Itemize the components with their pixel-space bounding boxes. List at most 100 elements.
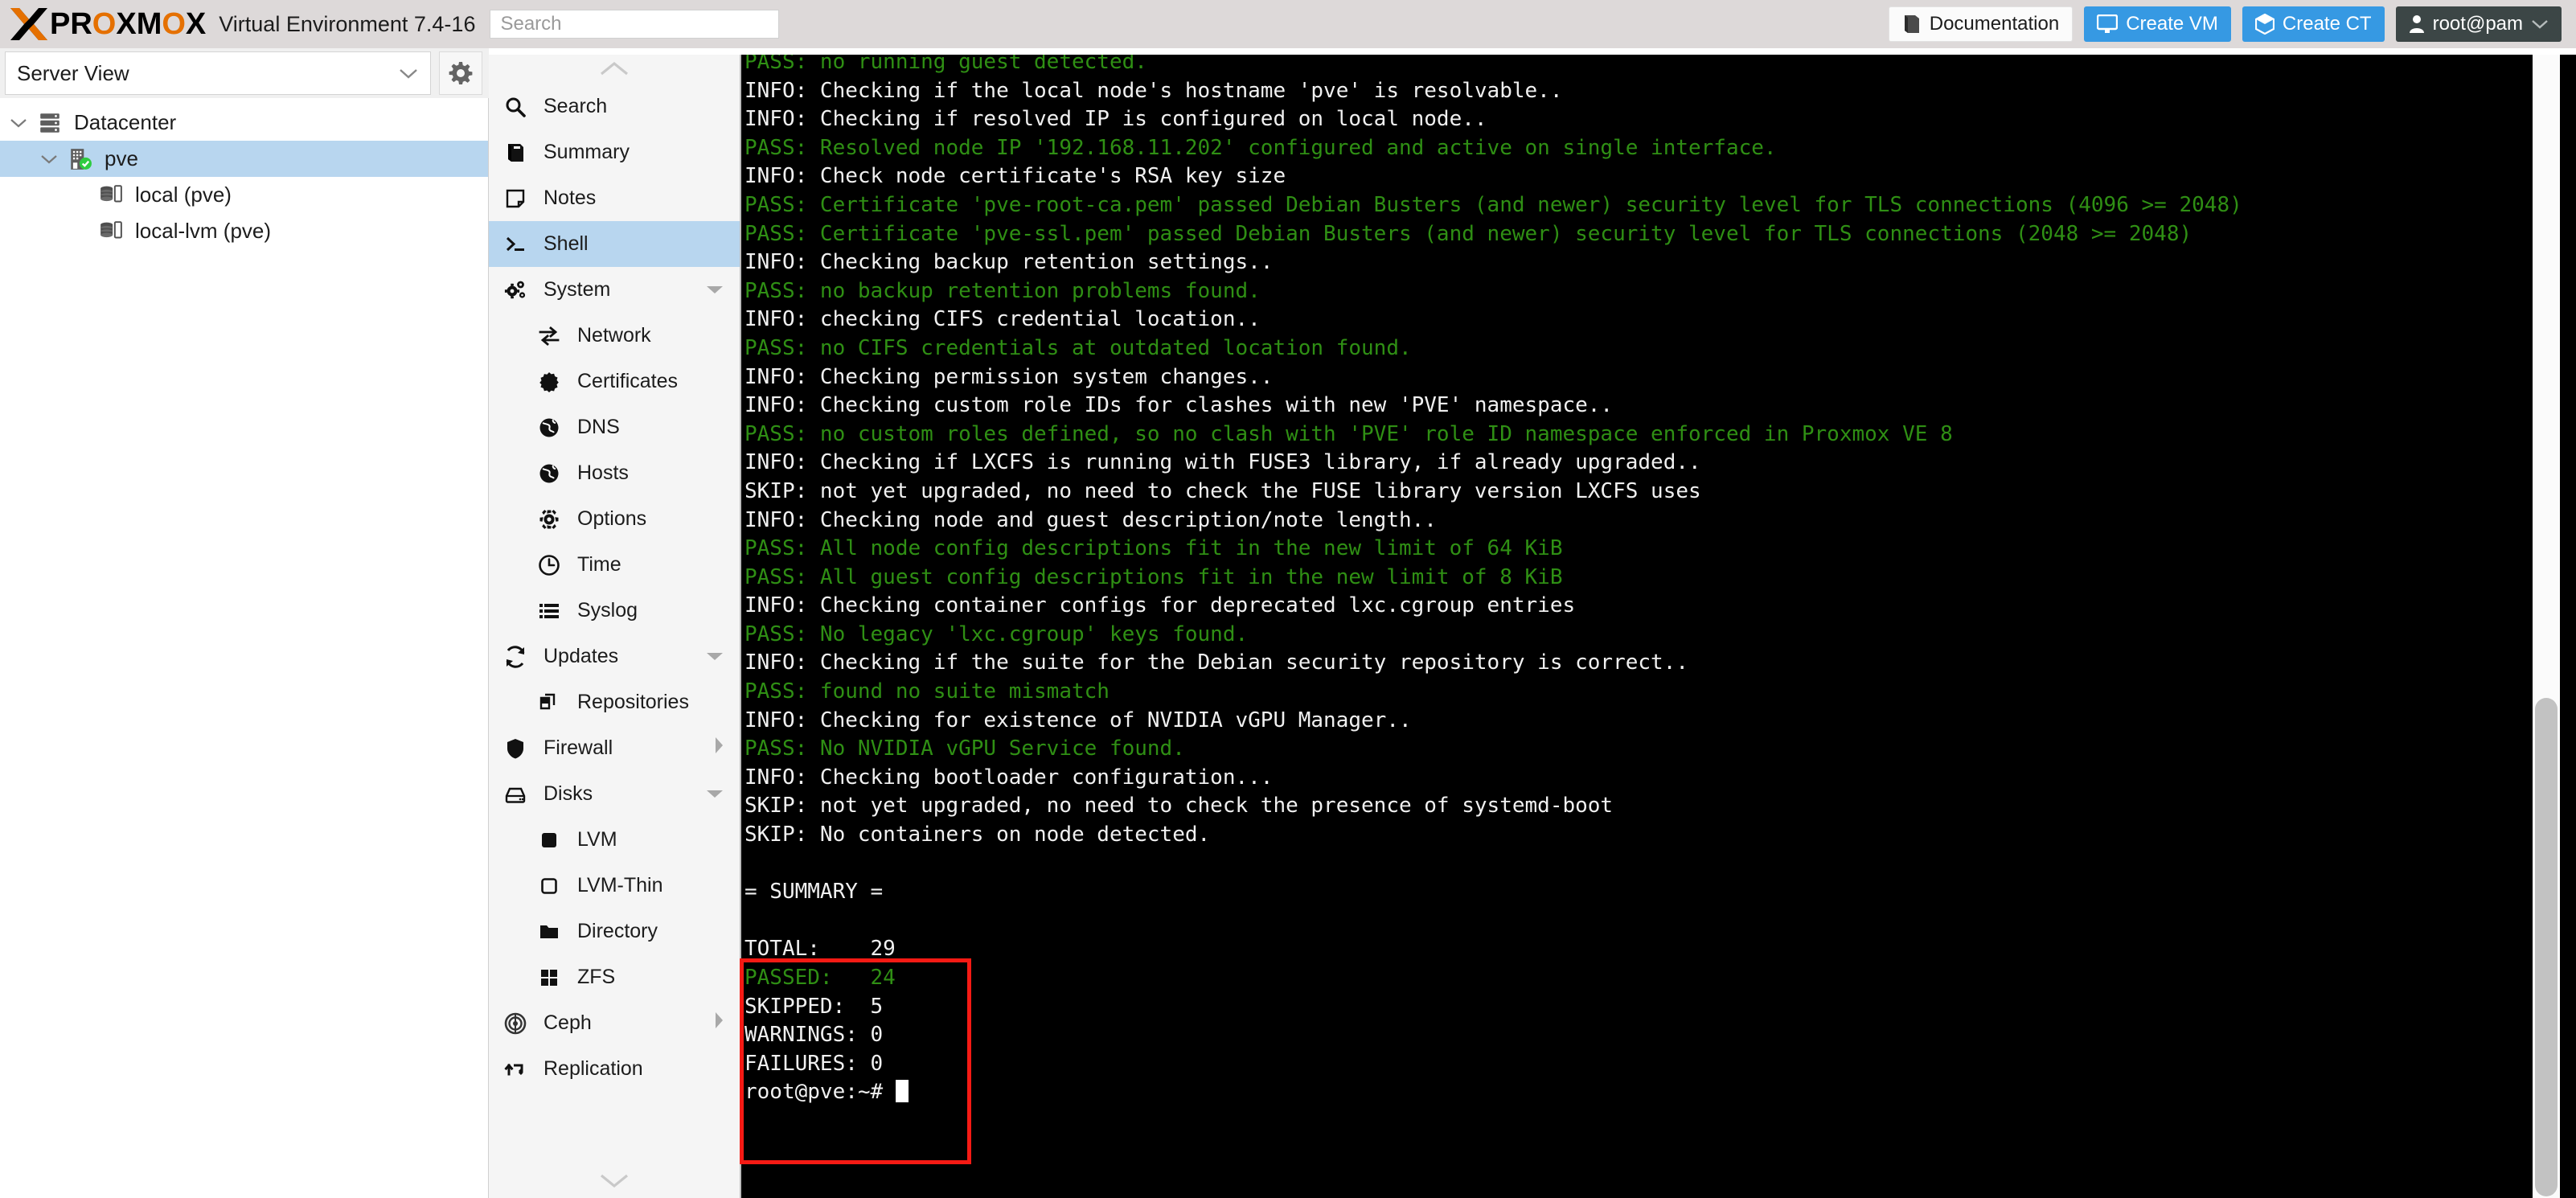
note-icon [506, 189, 525, 207]
terminal-line: PASS: All guest config descriptions fit … [744, 564, 1563, 589]
gears-icon [504, 281, 526, 298]
terminal-line: INFO: Checking for existence of NVIDIA v… [744, 708, 1412, 732]
nav-item-caret[interactable] [712, 735, 725, 761]
refresh-icon [506, 645, 525, 668]
folder-icon [540, 925, 558, 938]
nav-item-summary[interactable]: Summary [489, 129, 740, 175]
nav-item-directory[interactable]: Directory [489, 909, 740, 954]
terminal-scrollbar[interactable] [2533, 55, 2560, 1198]
nav-item-system[interactable]: System [489, 267, 740, 313]
nav-item-label: Summary [544, 141, 630, 163]
nav-item-lvm-thin[interactable]: LVM-Thin [489, 863, 740, 909]
nav-item-disks[interactable]: Disks [489, 771, 740, 817]
shell-terminal[interactable]: PASS: no running guest detected. INFO: Ch… [741, 55, 2576, 1198]
proxmox-logo[interactable]: PROXMOX [0, 6, 206, 42]
nav-item-label: Notes [544, 187, 597, 209]
terminal-line: INFO: Checking custom role IDs for clash… [744, 393, 1614, 418]
nav-item-updates[interactable]: Updates [489, 634, 740, 679]
terminal-scrollbar-thumb[interactable] [2535, 698, 2558, 1196]
create-vm-button[interactable]: Create VM [2084, 6, 2231, 42]
tree-item-datacenter[interactable]: Datacenter [0, 105, 488, 141]
tree-item-label: pve [105, 146, 138, 170]
square-filled-icon [531, 829, 568, 851]
nav-item-search[interactable]: Search [489, 84, 740, 129]
tree-expander[interactable] [35, 153, 63, 166]
nav-item-label: Replication [544, 1057, 643, 1080]
create-ct-button[interactable]: Create CT [2242, 6, 2385, 42]
search-input[interactable]: Search [490, 10, 780, 39]
documentation-button[interactable]: Documentation [1888, 6, 2074, 42]
nav-item-label: Disks [544, 782, 593, 805]
grid-icon [541, 969, 557, 986]
nav-item-label: Time [577, 553, 621, 576]
nav-item-label: Repositories [577, 691, 689, 713]
view-select-value: Server View [17, 60, 129, 85]
chevron-right-icon [716, 737, 723, 753]
terminal-prompt[interactable]: root@pve:~# [744, 1078, 2576, 1107]
nav-item-syslog[interactable]: Syslog [489, 588, 740, 634]
terminal-line: INFO: Checking if LXCFS is running with … [744, 450, 1701, 475]
monitor-icon [2097, 14, 2119, 33]
nav-item-caret[interactable] [704, 782, 725, 806]
tree-item-pve[interactable]: pve [0, 141, 488, 177]
header-actions: Documentation Create VM Create CT root@p… [1888, 6, 2576, 42]
terminal-line: PASS: No legacy 'lxc.cgroup' keys found. [744, 622, 1249, 646]
nav-item-dns[interactable]: DNS [489, 404, 740, 450]
nav-scroll-up-button[interactable] [489, 55, 740, 84]
terminal-line: PASS: Resolved node IP '192.168.11.202' … [744, 135, 1777, 160]
nav-item-notes[interactable]: Notes [489, 175, 740, 221]
documentation-label: Documentation [1929, 13, 2060, 35]
terminal-line: INFO: Checking bootloader configuration.… [744, 765, 1274, 790]
clock-icon [539, 554, 560, 576]
nav-item-caret[interactable] [712, 1010, 725, 1036]
nav-item-firewall[interactable]: Firewall [489, 725, 740, 771]
network-icon [531, 325, 568, 347]
terminal-line: PASS: no CIFS credentials at outdated lo… [744, 335, 1412, 360]
storage-icon [100, 184, 122, 202]
nav-item-replication[interactable]: Replication [489, 1046, 740, 1092]
nav-item-label: Certificates [577, 370, 679, 392]
view-select[interactable]: Server View [5, 51, 431, 95]
nav-item-label: Updates [544, 645, 619, 667]
nav-item-label: Options [577, 507, 647, 530]
tree-item-label: local-lvm (pve) [135, 219, 272, 243]
terminal-output: PASS: no running guest detected. INFO: Ch… [744, 55, 2576, 1198]
terminal-line: PASS: no running guest detected. [744, 55, 1147, 74]
nav-item-label: Ceph [544, 1011, 592, 1034]
nav-item-lvm[interactable]: LVM [489, 817, 740, 863]
terminal-line: PASS: found no suite mismatch [744, 679, 1110, 704]
nav-item-shell[interactable]: Shell [489, 221, 740, 267]
nav-item-network[interactable]: Network [489, 313, 740, 359]
datacenter-icon [40, 113, 59, 133]
terminal-cursor [895, 1080, 909, 1103]
repos-icon [531, 691, 568, 714]
terminal-line: TOTAL: 29 [744, 937, 896, 962]
gear-icon [449, 62, 473, 84]
nav-item-time[interactable]: Time [489, 542, 740, 588]
nav-item-caret[interactable] [704, 278, 725, 302]
tree-expander[interactable] [5, 117, 32, 129]
book-icon [508, 143, 523, 162]
nav-item-repositories[interactable]: Repositories [489, 679, 740, 725]
tree-item-local-pve-[interactable]: local (pve) [0, 177, 488, 213]
terminal-line: PASS: Certificate 'pve-ssl.pem' passed D… [744, 221, 2192, 246]
user-menu-button[interactable]: root@pam [2395, 6, 2562, 42]
nav-item-certificates[interactable]: Certificates [489, 359, 740, 404]
nav-item-label: Search [544, 95, 608, 117]
tree-expand-down-icon[interactable] [9, 117, 28, 129]
tree-item-local-lvm-pve-[interactable]: local-lvm (pve) [0, 213, 488, 249]
nav-item-list: Search Summary Notes Shell System Network Cert… [489, 84, 740, 1092]
nav-scroll-down-button[interactable] [489, 1166, 740, 1195]
nav-item-zfs[interactable]: ZFS [489, 954, 740, 1000]
tree-expand-down-icon[interactable] [39, 153, 59, 166]
nav-item-options[interactable]: Options [489, 496, 740, 542]
nav-item-hosts[interactable]: Hosts [489, 450, 740, 496]
tree-item-label: local (pve) [135, 183, 232, 207]
nav-item-caret[interactable] [704, 645, 725, 668]
nav-item-ceph[interactable]: Ceph [489, 1000, 740, 1046]
tree-settings-button[interactable] [439, 51, 482, 95]
terminal-line: INFO: Check node certificate's RSA key s… [744, 164, 1286, 189]
product-name: Virtual Environment 7.4-16 [219, 11, 476, 36]
create-ct-label: Create CT [2282, 13, 2372, 35]
